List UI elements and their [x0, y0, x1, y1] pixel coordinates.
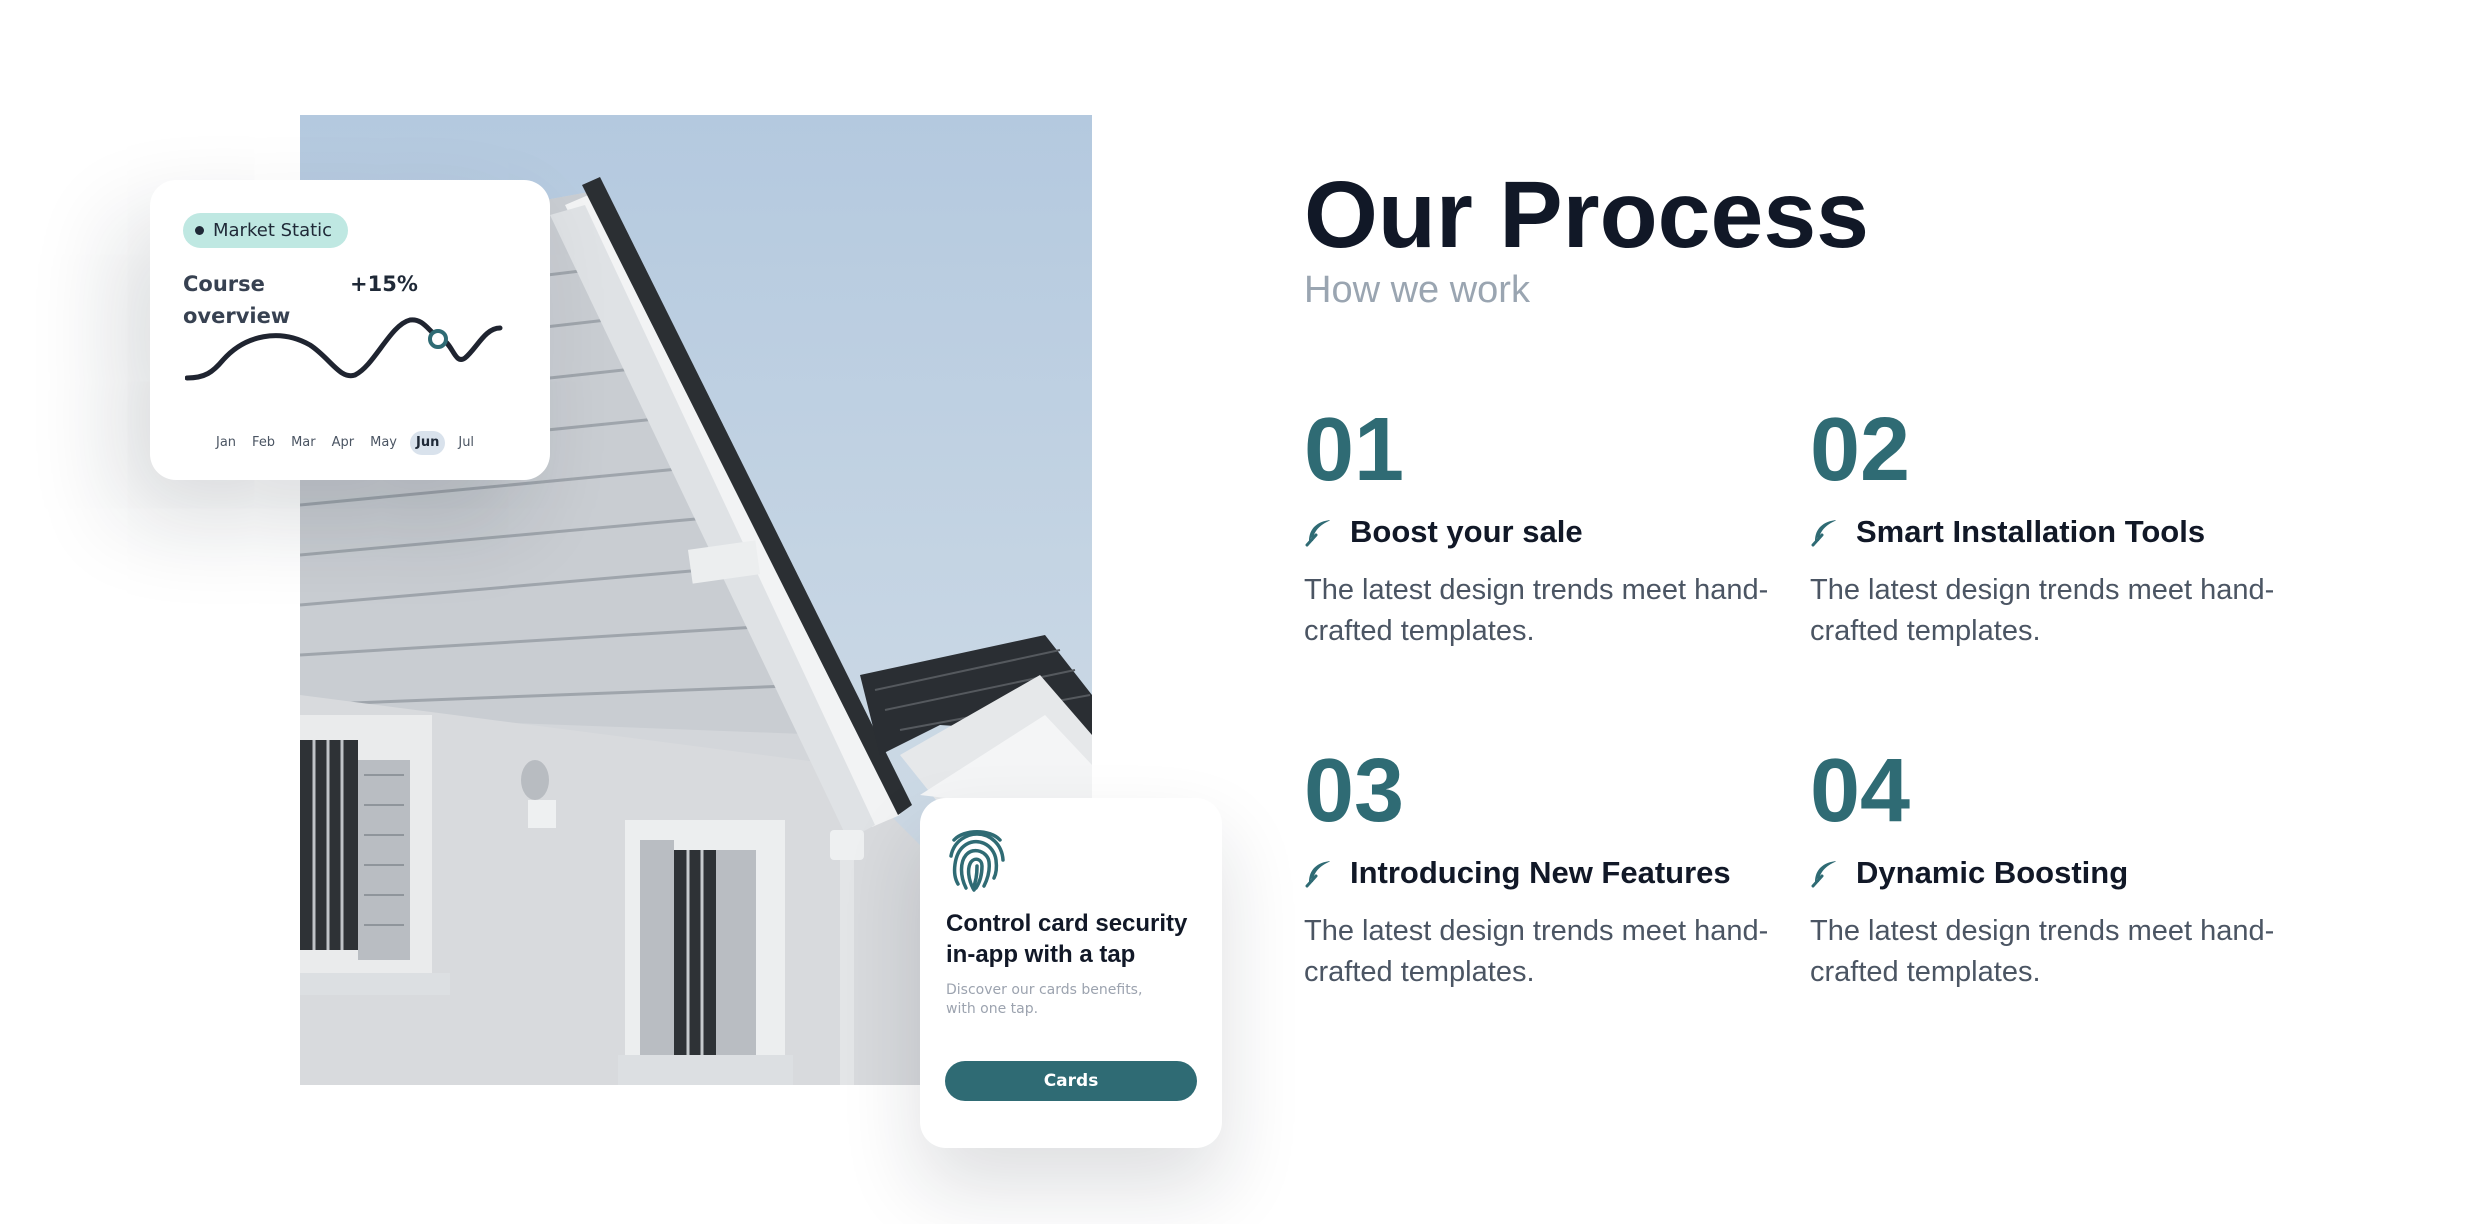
section-subtitle: How we work	[1304, 269, 1530, 311]
feather-icon	[1305, 860, 1332, 888]
step-description: The latest design trends meet hand-craft…	[1304, 574, 1769, 647]
fingerprint-icon	[949, 830, 1005, 892]
month-tick-active[interactable]: Jun	[410, 431, 446, 455]
card-security-card: Control card security in-app with a tap …	[920, 798, 1222, 1148]
market-static-card: Market Static Course overview +15% Jan F…	[150, 180, 550, 480]
month-tick: Apr	[331, 435, 355, 450]
step-title: Introducing New Features	[1350, 855, 1731, 890]
month-tick: May	[370, 435, 397, 450]
feather-icon	[1305, 519, 1332, 547]
month-tick: Jan	[216, 435, 237, 450]
process-step-1: 01 Boost your sale The latest design tre…	[1304, 400, 1784, 652]
sparkline-marker	[428, 329, 448, 349]
feather-icon	[1811, 860, 1838, 888]
feather-icon	[1811, 519, 1838, 547]
month-tick: Mar	[291, 435, 316, 450]
step-number: 04	[1810, 741, 1911, 841]
process-step-2: 02 Smart Installation Tools The latest d…	[1810, 400, 2290, 652]
month-axis: Jan Feb Mar Apr May Jun Jul	[213, 431, 477, 455]
step-title: Smart Installation Tools	[1856, 514, 2206, 549]
month-tick: Feb	[252, 435, 276, 450]
cards-button[interactable]: Cards	[945, 1061, 1197, 1101]
step-description: The latest design trends meet hand-craft…	[1304, 915, 1769, 988]
step-title: Boost your sale	[1350, 514, 1583, 549]
course-change-value: +15%	[350, 272, 418, 296]
step-description: The latest design trends meet hand-craft…	[1810, 574, 2275, 647]
step-number: 03	[1304, 741, 1405, 841]
step-description: The latest design trends meet hand-craft…	[1810, 915, 2275, 988]
step-number: 02	[1810, 400, 1911, 500]
security-card-description: Discover our cards benefits, with one ta…	[946, 982, 1143, 1017]
step-number: 01	[1304, 400, 1405, 500]
process-step-3: 03 Introducing New Features The latest d…	[1304, 741, 1784, 993]
course-sparkline	[185, 317, 503, 381]
step-title: Dynamic Boosting	[1856, 855, 2129, 890]
badge-dot-icon	[195, 226, 204, 235]
badge-label: Market Static	[213, 220, 333, 241]
month-tick: Jul	[458, 435, 475, 450]
process-step-4: 04 Dynamic Boosting The latest design tr…	[1810, 741, 2290, 993]
security-card-title: Control card security in-app with a tap	[946, 910, 1188, 968]
section-title: Our Process	[1304, 162, 1869, 268]
market-static-badge: Market Static	[183, 213, 349, 248]
